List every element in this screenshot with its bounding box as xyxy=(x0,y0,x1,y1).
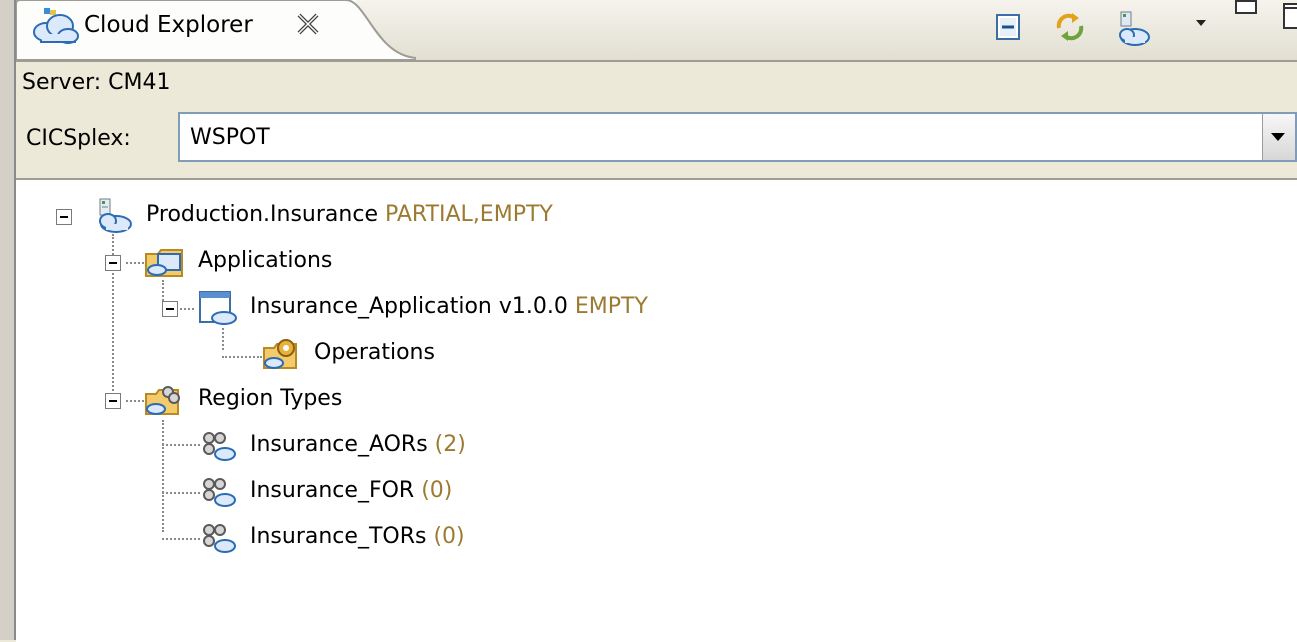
status-text: PARTIAL,EMPTY xyxy=(384,202,553,227)
tab-cloud-explorer[interactable]: Cloud Explorer xyxy=(16,0,416,60)
view-menu-icon[interactable] xyxy=(1193,16,1211,30)
operations-folder-icon xyxy=(263,339,297,369)
tree-node-label: Production.Insurance PARTIAL,EMPTY xyxy=(146,202,553,227)
collapse-toggle[interactable] xyxy=(162,301,178,317)
cicsplex-value: WSPOT xyxy=(190,125,270,150)
tree-node-label: Region Types xyxy=(198,386,343,411)
maximize-icon[interactable] xyxy=(1280,0,1297,34)
tree-node-region-type[interactable]: Insurance_TORs (0) xyxy=(16,520,576,556)
window-left-edge xyxy=(0,0,16,640)
platform-icon xyxy=(99,198,132,233)
refresh-icon[interactable] xyxy=(1053,10,1087,44)
collapse-toggle[interactable] xyxy=(105,255,121,271)
tree-node-operations[interactable]: Operations xyxy=(16,336,496,372)
tree-node-label: Insurance_Application v1.0.0 EMPTY xyxy=(250,294,648,319)
cloud-tree: Production.Insurance PARTIAL,EMPTY Appli… xyxy=(16,178,1297,642)
tree-node-label: Insurance_TORs (0) xyxy=(250,524,465,549)
region-type-name: Insurance_FOR xyxy=(250,478,415,503)
chevron-down-icon xyxy=(1271,133,1285,141)
cloud-explorer-icon xyxy=(33,8,79,44)
cicsplex-label: CICSplex: xyxy=(26,126,131,151)
collapse-toggle[interactable] xyxy=(105,393,121,409)
tree-node-platform[interactable]: Production.Insurance PARTIAL,EMPTY xyxy=(16,198,776,234)
tree-node-region-types[interactable]: Region Types xyxy=(16,382,436,418)
tree-node-label: Operations xyxy=(314,340,435,365)
region-count: (2) xyxy=(434,432,466,457)
platform-icon[interactable] xyxy=(1113,10,1153,48)
region-type-icon xyxy=(203,478,236,507)
application-icon xyxy=(199,291,237,325)
tree-node-application[interactable]: Insurance_Application v1.0.0 EMPTY xyxy=(16,290,816,326)
region-count: (0) xyxy=(421,478,453,503)
collapse-toggle[interactable] xyxy=(56,209,72,225)
tree-node-applications[interactable]: Applications xyxy=(16,244,436,280)
server-status-line: Server: CM41 xyxy=(16,62,1297,106)
platform-name: Production.Insurance xyxy=(146,202,378,227)
status-text: EMPTY xyxy=(574,294,648,319)
region-count: (0) xyxy=(433,524,465,549)
tab-title: Cloud Explorer xyxy=(84,12,253,38)
region-type-icon xyxy=(203,432,236,461)
view-tab-bar: Cloud Explorer xyxy=(16,0,1297,62)
cicsplex-dropdown-button[interactable] xyxy=(1262,114,1295,160)
tree-node-region-type[interactable]: Insurance_FOR (0) xyxy=(16,474,576,510)
tree-node-region-type[interactable]: Insurance_AORs (2) xyxy=(16,428,576,464)
region-types-folder-icon xyxy=(145,386,180,415)
cicsplex-row: CICSplex: WSPOT xyxy=(16,108,1297,170)
tree-node-label: Insurance_AORs (2) xyxy=(250,432,466,457)
close-icon[interactable] xyxy=(294,10,322,38)
tree-node-label: Applications xyxy=(198,248,333,273)
minimize-icon[interactable] xyxy=(1232,0,1262,24)
region-type-name: Insurance_TORs xyxy=(250,524,427,549)
region-type-name: Insurance_AORs xyxy=(250,432,428,457)
application-name: Insurance_Application v1.0.0 xyxy=(250,294,568,319)
tree-node-label: Insurance_FOR (0) xyxy=(250,478,452,503)
applications-folder-icon xyxy=(145,249,183,277)
cicsplex-combo[interactable]: WSPOT xyxy=(178,112,1297,162)
collapse-all-icon[interactable] xyxy=(993,10,1025,44)
region-type-icon xyxy=(203,524,236,553)
server-label: Server: CM41 xyxy=(22,70,171,95)
